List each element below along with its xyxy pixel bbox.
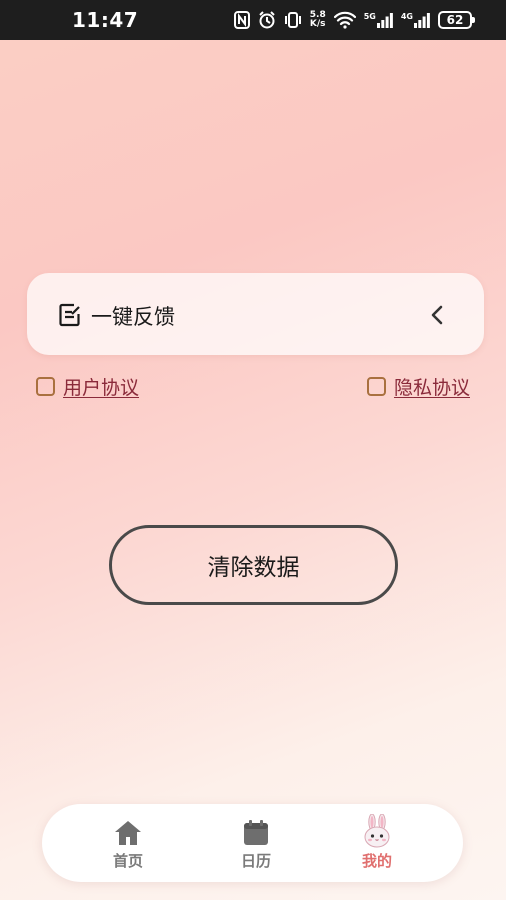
battery-icon: 62 bbox=[438, 11, 475, 29]
tab-home[interactable]: 首页 bbox=[88, 818, 168, 871]
wifi-icon bbox=[333, 11, 356, 29]
tab-home-label: 首页 bbox=[112, 852, 143, 870]
tab-calendar-label: 日历 bbox=[240, 852, 271, 870]
tab-bar: 首页 日历 我的 bbox=[42, 804, 463, 882]
chevron-left-icon bbox=[431, 305, 443, 325]
signal-icon-2: 4G bbox=[401, 12, 430, 28]
status-time: 11:47 bbox=[72, 8, 139, 32]
signal-icon: 5G bbox=[364, 12, 393, 28]
alarm-icon bbox=[258, 11, 276, 29]
sim2-label: 4G bbox=[400, 12, 413, 21]
user-agreement: 用户协议 bbox=[36, 373, 139, 400]
home-icon bbox=[115, 821, 141, 845]
calendar-icon bbox=[244, 820, 268, 845]
net-speed: 5.8 K/s bbox=[310, 11, 326, 29]
net-speed-unit: K/s bbox=[309, 19, 326, 29]
privacy-agreement: 隐私协议 bbox=[366, 373, 470, 400]
privacy-agreement-checkbox[interactable] bbox=[366, 376, 386, 396]
user-agreement-link[interactable]: 用户协议 bbox=[63, 373, 139, 400]
bunny-icon bbox=[364, 814, 390, 848]
status-icons: 5.8 K/s 5G 4G 62 bbox=[233, 9, 475, 31]
feedback-row[interactable]: 一键反馈 bbox=[27, 273, 484, 355]
sim1-label: 5G bbox=[363, 12, 376, 21]
tab-mine[interactable]: 我的 bbox=[337, 814, 417, 871]
status-bar: 11:47 5.8 K/s 5G 4G 62 bbox=[0, 0, 506, 40]
vibrate-icon bbox=[284, 11, 302, 29]
user-agreement-checkbox[interactable] bbox=[36, 376, 55, 396]
edit-note-icon bbox=[59, 303, 80, 327]
nfc-icon bbox=[233, 11, 250, 29]
privacy-agreement-link[interactable]: 隐私协议 bbox=[394, 373, 470, 400]
tab-mine-label: 我的 bbox=[361, 852, 392, 870]
tab-calendar[interactable]: 日历 bbox=[216, 818, 296, 871]
clear-data-button[interactable]: 清除数据 bbox=[109, 525, 398, 605]
feedback-label: 一键反馈 bbox=[91, 305, 175, 329]
